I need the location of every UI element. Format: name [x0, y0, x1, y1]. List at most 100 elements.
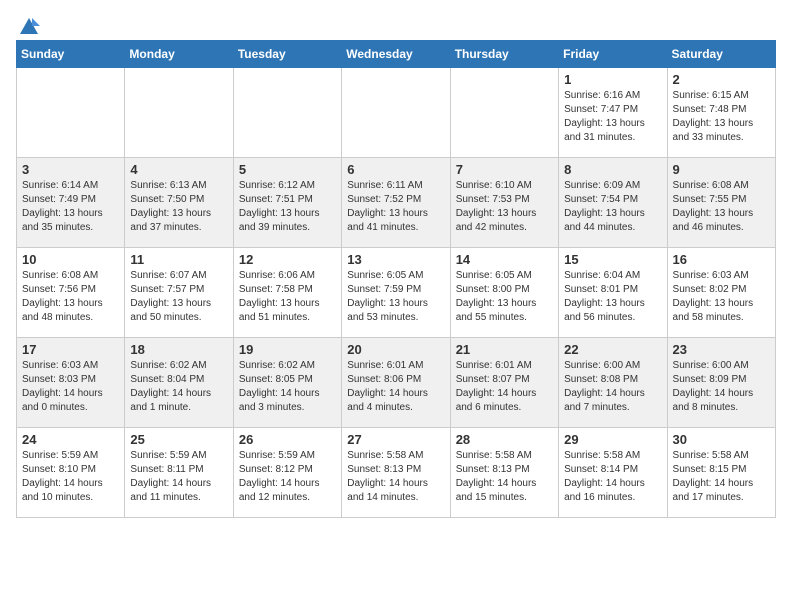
day-info: Sunrise: 6:02 AM Sunset: 8:05 PM Dayligh…: [239, 359, 336, 415]
day-number: 8: [564, 162, 661, 177]
day-info: Sunrise: 6:04 AM Sunset: 8:01 PM Dayligh…: [564, 269, 661, 325]
day-number: 4: [130, 162, 227, 177]
day-cell: 20 Sunrise: 6:01 AM Sunset: 8:06 PM Dayli…: [342, 338, 450, 428]
day-info: Sunrise: 6:03 AM Sunset: 8:02 PM Dayligh…: [673, 269, 770, 325]
day-cell: [125, 68, 233, 158]
day-number: 26: [239, 432, 336, 447]
day-info: Sunrise: 5:58 AM Sunset: 8:13 PM Dayligh…: [347, 449, 444, 505]
day-info: Sunrise: 6:00 AM Sunset: 8:08 PM Dayligh…: [564, 359, 661, 415]
day-info: Sunrise: 5:59 AM Sunset: 8:11 PM Dayligh…: [130, 449, 227, 505]
day-info: Sunrise: 6:09 AM Sunset: 7:54 PM Dayligh…: [564, 179, 661, 235]
day-number: 14: [456, 252, 553, 267]
col-header-saturday: Saturday: [667, 41, 775, 68]
day-cell: 18Sunrise: 6:02 AM Sunset: 8:04 PM Dayli…: [125, 338, 233, 428]
day-number: 30: [673, 432, 770, 447]
day-info: Sunrise: 6:05 AM Sunset: 8:00 PM Dayligh…: [456, 269, 553, 325]
header-row: SundayMondayTuesdayWednesdayThursdayFrid…: [17, 41, 776, 68]
col-header-thursday: Thursday: [450, 41, 558, 68]
day-number: 1: [564, 72, 661, 87]
day-number: 2: [673, 72, 770, 87]
day-number: 17: [22, 342, 119, 357]
day-cell: 9 Sunrise: 6:08 AM Sunset: 7:55 PM Daylig…: [667, 158, 775, 248]
week-row-5: 24 Sunrise: 5:59 AM Sunset: 8:10 PM Dayli…: [17, 428, 776, 518]
day-cell: 26 Sunrise: 5:59 AM Sunset: 8:12 PM Dayli…: [233, 428, 341, 518]
day-cell: 1 Sunrise: 6:16 AM Sunset: 7:47 PM Daylig…: [559, 68, 667, 158]
day-info: Sunrise: 6:08 AM Sunset: 7:55 PM Dayligh…: [673, 179, 770, 235]
col-header-tuesday: Tuesday: [233, 41, 341, 68]
day-info: Sunrise: 6:01 AM Sunset: 8:06 PM Dayligh…: [347, 359, 444, 415]
day-number: 9: [673, 162, 770, 177]
calendar-table: SundayMondayTuesdayWednesdayThursdayFrid…: [16, 40, 776, 518]
day-number: 22: [564, 342, 661, 357]
day-info: Sunrise: 6:14 AM Sunset: 7:49 PM Dayligh…: [22, 179, 119, 235]
day-cell: 21Sunrise: 6:01 AM Sunset: 8:07 PM Dayli…: [450, 338, 558, 428]
day-info: Sunrise: 6:05 AM Sunset: 7:59 PM Dayligh…: [347, 269, 444, 325]
day-info: Sunrise: 5:58 AM Sunset: 8:15 PM Dayligh…: [673, 449, 770, 505]
day-info: Sunrise: 6:07 AM Sunset: 7:57 PM Dayligh…: [130, 269, 227, 325]
logo-icon: [18, 16, 40, 38]
day-number: 25: [130, 432, 227, 447]
col-header-monday: Monday: [125, 41, 233, 68]
day-cell: 11 Sunrise: 6:07 AM Sunset: 7:57 PM Dayli…: [125, 248, 233, 338]
day-number: 20: [347, 342, 444, 357]
day-cell: 3 Sunrise: 6:14 AM Sunset: 7:49 PM Daylig…: [17, 158, 125, 248]
day-cell: [450, 68, 558, 158]
day-number: 19: [239, 342, 336, 357]
week-row-4: 17Sunrise: 6:03 AM Sunset: 8:03 PM Dayli…: [17, 338, 776, 428]
day-cell: [342, 68, 450, 158]
day-cell: 8 Sunrise: 6:09 AM Sunset: 7:54 PM Daylig…: [559, 158, 667, 248]
day-number: 16: [673, 252, 770, 267]
day-cell: 25 Sunrise: 5:59 AM Sunset: 8:11 PM Dayli…: [125, 428, 233, 518]
day-cell: 24 Sunrise: 5:59 AM Sunset: 8:10 PM Dayli…: [17, 428, 125, 518]
day-cell: 28 Sunrise: 5:58 AM Sunset: 8:13 PM Dayli…: [450, 428, 558, 518]
day-cell: 4 Sunrise: 6:13 AM Sunset: 7:50 PM Daylig…: [125, 158, 233, 248]
day-cell: 13 Sunrise: 6:05 AM Sunset: 7:59 PM Dayli…: [342, 248, 450, 338]
day-cell: 23 Sunrise: 6:00 AM Sunset: 8:09 PM Dayli…: [667, 338, 775, 428]
day-number: 5: [239, 162, 336, 177]
day-number: 28: [456, 432, 553, 447]
day-info: Sunrise: 6:10 AM Sunset: 7:53 PM Dayligh…: [456, 179, 553, 235]
day-cell: 17Sunrise: 6:03 AM Sunset: 8:03 PM Dayli…: [17, 338, 125, 428]
day-info: Sunrise: 6:12 AM Sunset: 7:51 PM Dayligh…: [239, 179, 336, 235]
day-number: 3: [22, 162, 119, 177]
day-number: 18: [130, 342, 227, 357]
day-cell: 7 Sunrise: 6:10 AM Sunset: 7:53 PM Daylig…: [450, 158, 558, 248]
day-cell: 29Sunrise: 5:58 AM Sunset: 8:14 PM Dayli…: [559, 428, 667, 518]
day-cell: 10 Sunrise: 6:08 AM Sunset: 7:56 PM Dayli…: [17, 248, 125, 338]
col-header-friday: Friday: [559, 41, 667, 68]
col-header-sunday: Sunday: [17, 41, 125, 68]
day-cell: 12Sunrise: 6:06 AM Sunset: 7:58 PM Dayli…: [233, 248, 341, 338]
day-number: 13: [347, 252, 444, 267]
week-row-3: 10 Sunrise: 6:08 AM Sunset: 7:56 PM Dayli…: [17, 248, 776, 338]
day-cell: [233, 68, 341, 158]
day-cell: 2 Sunrise: 6:15 AM Sunset: 7:48 PM Daylig…: [667, 68, 775, 158]
day-number: 7: [456, 162, 553, 177]
day-cell: 27 Sunrise: 5:58 AM Sunset: 8:13 PM Dayli…: [342, 428, 450, 518]
day-info: Sunrise: 6:13 AM Sunset: 7:50 PM Dayligh…: [130, 179, 227, 235]
day-number: 23: [673, 342, 770, 357]
day-cell: 22 Sunrise: 6:00 AM Sunset: 8:08 PM Dayli…: [559, 338, 667, 428]
day-number: 29: [564, 432, 661, 447]
day-number: 27: [347, 432, 444, 447]
day-cell: 16 Sunrise: 6:03 AM Sunset: 8:02 PM Dayli…: [667, 248, 775, 338]
day-info: Sunrise: 6:00 AM Sunset: 8:09 PM Dayligh…: [673, 359, 770, 415]
week-row-2: 3 Sunrise: 6:14 AM Sunset: 7:49 PM Daylig…: [17, 158, 776, 248]
day-number: 10: [22, 252, 119, 267]
day-info: Sunrise: 5:59 AM Sunset: 8:10 PM Dayligh…: [22, 449, 119, 505]
logo: [16, 16, 40, 32]
day-cell: 15 Sunrise: 6:04 AM Sunset: 8:01 PM Dayli…: [559, 248, 667, 338]
day-info: Sunrise: 5:58 AM Sunset: 8:13 PM Dayligh…: [456, 449, 553, 505]
day-cell: 14 Sunrise: 6:05 AM Sunset: 8:00 PM Dayli…: [450, 248, 558, 338]
day-info: Sunrise: 6:01 AM Sunset: 8:07 PM Dayligh…: [456, 359, 553, 415]
day-info: Sunrise: 6:08 AM Sunset: 7:56 PM Dayligh…: [22, 269, 119, 325]
day-cell: 19 Sunrise: 6:02 AM Sunset: 8:05 PM Dayli…: [233, 338, 341, 428]
day-number: 15: [564, 252, 661, 267]
day-number: 12: [239, 252, 336, 267]
day-info: Sunrise: 6:15 AM Sunset: 7:48 PM Dayligh…: [673, 89, 770, 145]
day-info: Sunrise: 5:59 AM Sunset: 8:12 PM Dayligh…: [239, 449, 336, 505]
day-number: 24: [22, 432, 119, 447]
day-cell: 30 Sunrise: 5:58 AM Sunset: 8:15 PM Dayli…: [667, 428, 775, 518]
day-info: Sunrise: 6:16 AM Sunset: 7:47 PM Dayligh…: [564, 89, 661, 145]
day-cell: 6Sunrise: 6:11 AM Sunset: 7:52 PM Daylig…: [342, 158, 450, 248]
day-number: 11: [130, 252, 227, 267]
